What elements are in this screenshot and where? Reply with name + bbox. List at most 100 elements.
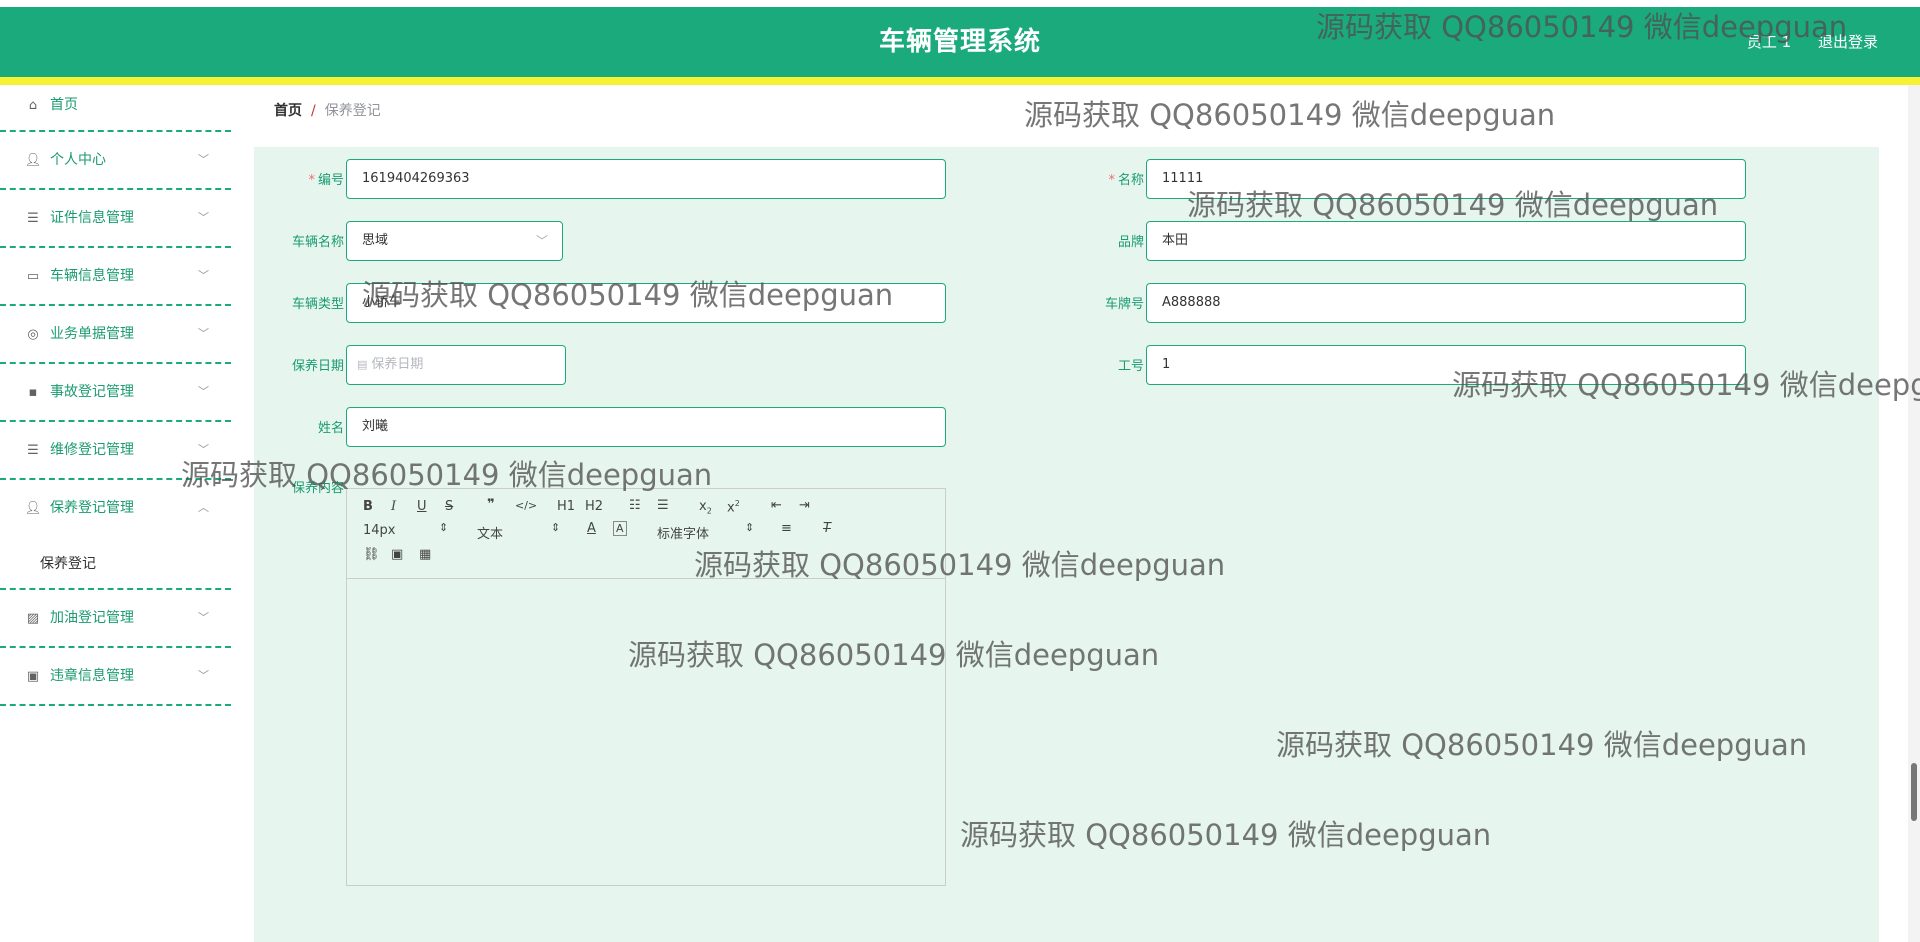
sidebar-item-label: 首页 xyxy=(50,97,78,113)
chat-icon: ▭ xyxy=(26,269,40,284)
font-color-icon[interactable]: A xyxy=(587,521,596,536)
outdent-icon[interactable]: ⇤ xyxy=(771,498,782,513)
breadcrumb-home[interactable]: 首页 xyxy=(274,103,302,119)
chevron-up-icon: ︿ xyxy=(198,501,209,514)
indent-icon[interactable]: ⇥ xyxy=(799,498,810,513)
baoyangriqi-date-picker[interactable]: ▤ 保养日期 xyxy=(346,345,566,385)
gonghao-label: 工号 xyxy=(1117,359,1144,374)
bullet-list-icon[interactable]: ☰ xyxy=(657,498,669,513)
header-user-area: 员工 1 退出登录 xyxy=(1725,7,1878,77)
required-mark: * xyxy=(1108,173,1115,188)
sidebar-item-home[interactable]: ⌂ 首页 xyxy=(0,85,231,132)
chepaihao-label: 车牌号 xyxy=(1104,297,1144,312)
sidebar-item-maintenance[interactable]: 👤︎ 保养登记管理 ︿ xyxy=(0,480,231,538)
cheliangmingcheng-label: 车辆名称 xyxy=(291,235,344,250)
logout-button[interactable]: 退出登录 xyxy=(1818,33,1878,51)
sidebar-item-certificates[interactable]: ☰ 证件信息管理 ﹀ xyxy=(0,190,231,248)
breadcrumb: 首页 / 保养登记 xyxy=(254,85,1879,138)
image-icon[interactable]: ▣ xyxy=(391,547,403,562)
blockquote-icon[interactable]: ❞ xyxy=(487,497,495,512)
sidebar-item-label: 个人中心 xyxy=(50,152,106,168)
breadcrumb-current: 保养登记 xyxy=(324,103,381,119)
bianhao-input[interactable]: 1619404269363 xyxy=(346,159,946,199)
gonghao-input[interactable]: 1 xyxy=(1146,345,1746,385)
sidebar-item-label: 违章信息管理 xyxy=(50,668,134,684)
underline-icon[interactable]: U xyxy=(417,499,427,514)
main-area: 首页 / 保养登记 * 编号 1619404269363 * 名称 11111 车辆名称… xyxy=(254,85,1879,942)
select-value: 思域 xyxy=(362,233,389,248)
cheliangmingcheng-select[interactable]: 思域 ﹀ xyxy=(346,221,563,261)
sidebar-item-violations[interactable]: ▣ 违章信息管理 ﹀ xyxy=(0,648,231,706)
sidebar-item-refueling[interactable]: ▨ 加油登记管理 ﹀ xyxy=(0,590,231,648)
chevron-down-icon: ﹀ xyxy=(198,611,209,624)
sidebar-item-documents[interactable]: ◎ 业务单据管理 ﹀ xyxy=(0,306,231,364)
rich-text-editor: B I U S ❞ </> H1 H2 ☷ ☰ x2 x2 ⇤ ⇥ 14px ⇕… xyxy=(346,488,946,886)
current-user-label: 员工 1 xyxy=(1746,33,1792,51)
superscript-icon[interactable]: x2 xyxy=(727,499,740,515)
header-1-icon[interactable]: H1 xyxy=(557,499,575,514)
clipboard-icon: ▣ xyxy=(26,669,40,684)
sidebar-item-accidents[interactable]: ▪ 事故登记管理 ﹀ xyxy=(0,364,231,422)
sidebar: ⌂ 首页 👤︎ 个人中心 ﹀ ☰ 证件信息管理 ﹀ ▭ 车辆信息管理 ﹀ ◎ 业务单据管理… xyxy=(0,85,231,942)
list-icon: ☰ xyxy=(27,211,39,226)
user-icon: 👤︎ xyxy=(24,501,42,516)
calendar-icon: ▤ xyxy=(357,358,368,371)
align-icon[interactable]: ≡ xyxy=(781,521,792,536)
chevron-down-icon: ﹀ xyxy=(198,153,209,166)
editor-content-area[interactable] xyxy=(347,579,945,885)
baoyangneirong-label: 保养内容 xyxy=(291,481,344,496)
chevron-down-icon: ﹀ xyxy=(198,385,209,398)
chevron-down-icon: ﹀ xyxy=(198,443,209,456)
font-size-select[interactable]: 14px xyxy=(363,523,396,538)
breadcrumb-separator: / xyxy=(311,103,316,119)
text-type-select[interactable]: 文本 xyxy=(477,523,503,542)
sidebar-subitem-maintenance-register[interactable]: 保养登记 xyxy=(0,538,231,590)
xingming-label: 姓名 xyxy=(317,421,344,436)
select-arrows-icon: ⇕ xyxy=(551,521,561,534)
top-header: 车辆管理系统 员工 1 退出登录 xyxy=(0,7,1920,77)
chevron-down-icon: ﹀ xyxy=(198,211,209,224)
chepaihao-input[interactable]: A888888 xyxy=(1146,283,1746,323)
app-title: 车辆管理系统 xyxy=(878,27,1041,57)
header-2-icon[interactable]: H2 xyxy=(585,499,603,514)
select-arrows-icon: ⇕ xyxy=(745,521,755,534)
list-icon: ☰ xyxy=(27,443,39,458)
scrollbar-thumb[interactable] xyxy=(1911,763,1917,821)
italic-icon[interactable]: I xyxy=(391,499,396,514)
sidebar-item-repairs[interactable]: ☰ 维修登记管理 ﹀ xyxy=(0,422,231,480)
ordered-list-icon[interactable]: ☷ xyxy=(629,498,641,513)
chevron-down-icon: ﹀ xyxy=(535,234,548,248)
strike-icon[interactable]: S xyxy=(445,499,453,514)
cheliangleixing-input[interactable]: 小轿车 xyxy=(346,283,946,323)
sidebar-item-label: 维修登记管理 xyxy=(50,442,134,458)
sidebar-item-label: 证件信息管理 xyxy=(50,210,134,226)
link-icon[interactable]: ⛓ xyxy=(363,547,380,562)
sidebar-item-vehicles[interactable]: ▭ 车辆信息管理 ﹀ xyxy=(0,248,231,306)
home-icon: ⌂ xyxy=(28,98,38,113)
header-accent-bar xyxy=(0,77,1920,85)
compass-icon: ◎ xyxy=(27,327,39,342)
chevron-down-icon: ﹀ xyxy=(198,269,209,282)
pinpai-input[interactable]: 本田 xyxy=(1146,221,1746,261)
date-placeholder: 保养日期 xyxy=(371,357,424,372)
mingcheng-label: * 名称 xyxy=(1108,173,1144,188)
sidebar-item-personal-center[interactable]: 👤︎ 个人中心 ﹀ xyxy=(0,132,231,190)
select-arrows-icon: ⇕ xyxy=(439,521,449,534)
xingming-input[interactable]: 刘曦 xyxy=(346,407,946,447)
sidebar-item-label: 加油登记管理 xyxy=(50,610,134,626)
sidebar-item-label: 事故登记管理 xyxy=(50,384,134,400)
message-icon: ▪ xyxy=(28,385,38,400)
bold-icon[interactable]: B xyxy=(363,499,373,514)
required-mark: * xyxy=(308,173,315,188)
font-family-select[interactable]: 标准字体 xyxy=(657,523,709,542)
code-block-icon[interactable]: </> xyxy=(515,499,537,512)
background-color-icon[interactable]: A xyxy=(613,521,627,536)
cheliangleixing-label: 车辆类型 xyxy=(291,297,344,312)
mingcheng-input[interactable]: 11111 xyxy=(1146,159,1746,199)
clear-format-icon[interactable]: T xyxy=(823,521,831,536)
user-icon: 👤︎ xyxy=(24,153,42,168)
subscript-icon[interactable]: x2 xyxy=(699,499,712,516)
video-icon[interactable]: ▦ xyxy=(419,547,431,562)
page-scrollbar[interactable] xyxy=(1908,85,1920,942)
form-panel: * 编号 1619404269363 * 名称 11111 车辆名称 思域 ﹀ 品牌… xyxy=(254,147,1879,942)
